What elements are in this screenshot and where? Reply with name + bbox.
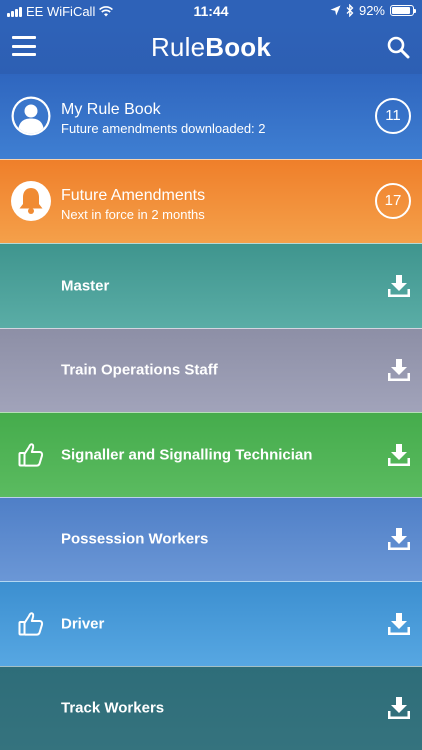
row-title: Possession Workers xyxy=(61,530,209,548)
count-badge: 17 xyxy=(375,183,411,220)
battery-percent: 92% xyxy=(358,3,385,18)
thumbs-up-icon xyxy=(18,612,44,636)
app-title: RuleBook xyxy=(0,32,422,63)
row-subtitle: Future amendments downloaded: 2 xyxy=(61,121,266,136)
bell-icon xyxy=(11,181,51,222)
count-badge: 11 xyxy=(375,98,411,135)
thumbs-up-icon xyxy=(18,443,44,467)
row-track-workers[interactable]: Track Workers xyxy=(0,665,422,750)
row-title: Train Operations Staff xyxy=(61,361,218,379)
row-possession-workers[interactable]: Possession Workers xyxy=(0,496,422,581)
rulebook-list: My Rule Book Future amendments downloade… xyxy=(0,74,422,750)
location-arrow-icon xyxy=(330,5,341,16)
row-title: Signaller and Signalling Technician xyxy=(61,446,313,464)
status-bar: EE WiFiCall 11:44 92% xyxy=(0,0,422,22)
row-title: Future Amendments xyxy=(61,186,206,204)
row-master[interactable]: Master xyxy=(0,243,422,328)
row-subtitle: Next in force in 2 months xyxy=(61,206,205,222)
row-title: Master xyxy=(61,277,110,295)
download-icon[interactable] xyxy=(387,612,411,636)
download-icon[interactable] xyxy=(387,527,411,551)
status-right: 92% xyxy=(330,3,416,18)
download-icon[interactable] xyxy=(387,358,411,382)
row-train-operations-staff[interactable]: Train Operations Staff xyxy=(0,327,422,412)
bluetooth-icon xyxy=(346,4,354,17)
app-title-part1: Rule xyxy=(150,32,206,62)
row-driver[interactable]: Driver xyxy=(0,581,422,666)
app-title-part2: Book xyxy=(205,32,272,62)
search-icon[interactable] xyxy=(386,35,410,59)
battery-icon xyxy=(390,5,416,16)
person-icon xyxy=(11,96,51,136)
row-my-rule-book[interactable]: My Rule Book Future amendments downloade… xyxy=(0,74,422,159)
row-title: My Rule Book xyxy=(61,101,161,118)
nav-bar: RuleBook xyxy=(0,22,422,74)
download-icon[interactable] xyxy=(387,443,411,467)
row-title: Track Workers xyxy=(61,699,165,717)
download-icon[interactable] xyxy=(387,696,411,720)
download-icon[interactable] xyxy=(387,274,411,298)
row-future-amendments[interactable]: Future Amendments Next in force in 2 mon… xyxy=(0,158,422,243)
row-signaller[interactable]: Signaller and Signalling Technician xyxy=(0,412,422,497)
row-title: Driver xyxy=(61,615,105,633)
